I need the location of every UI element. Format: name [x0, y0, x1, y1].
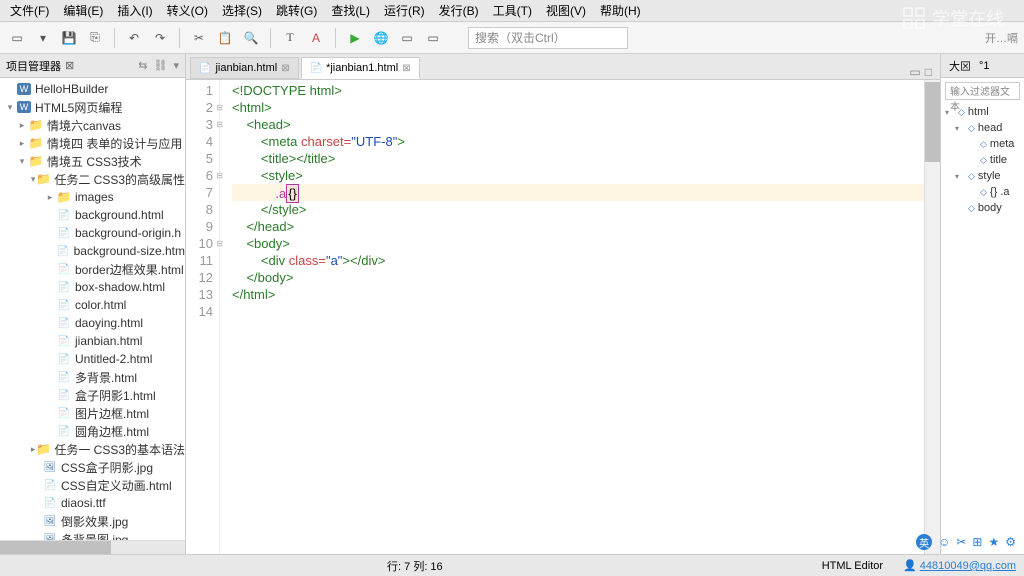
redo-icon[interactable]: ↷: [149, 27, 171, 49]
undo-icon[interactable]: ↶: [123, 27, 145, 49]
tree-item[interactable]: 📄图片边框.html: [0, 404, 185, 422]
device-icon[interactable]: ▭: [422, 27, 444, 49]
tree-item[interactable]: 📄Untitled-2.html: [0, 350, 185, 368]
editor-tab[interactable]: 📄*jianbian1.html⊠: [301, 57, 420, 79]
menu-icon[interactable]: ▾: [173, 59, 179, 72]
outline-filter-input[interactable]: 输入过滤器文本: [945, 82, 1020, 100]
ime-toolbar[interactable]: 英 ☺ ✂ ⊞ ★ ⚙: [916, 534, 1016, 550]
tree-item[interactable]: 📄daoying.html: [0, 314, 185, 332]
close-icon[interactable]: ⊠: [281, 63, 289, 74]
toolbar: ▭ ▾ 💾 ⎘ ↶ ↷ ✂ 📋 🔍 T A ▶ 🌐 ▭ ▭ 搜索（双击Ctrl）…: [0, 22, 1024, 54]
corner-title: 开…嗝: [985, 30, 1018, 46]
statusbar: 行: 7 列: 16 HTML Editor 👤 44810049@qq.com: [0, 554, 1024, 576]
tree-item[interactable]: 📄圆角边框.html: [0, 422, 185, 440]
menu-item[interactable]: 编辑(E): [57, 0, 109, 21]
outline-item[interactable]: ◇title: [945, 152, 1020, 168]
tree-item[interactable]: 🖼CSS盒子阴影.jpg: [0, 458, 185, 476]
outline-item[interactable]: ◇{} .a: [945, 184, 1020, 200]
cursor-position: 行: 7 列: 16: [387, 558, 443, 574]
tree-item[interactable]: ▾📁任务二 CSS3的高级属性: [0, 170, 185, 188]
editor-area: 📄jianbian.html⊠📄*jianbian1.html⊠ ▭ □ 123…: [186, 54, 940, 554]
menu-item[interactable]: 运行(R): [378, 0, 431, 21]
tree-item[interactable]: WHelloHBuilder: [0, 80, 185, 98]
tree-item[interactable]: 📄盒子阴影1.html: [0, 386, 185, 404]
copy-icon[interactable]: 🔍: [240, 27, 262, 49]
tree-item[interactable]: 📄diaosi.ttf: [0, 494, 185, 512]
text-icon[interactable]: T: [279, 27, 301, 49]
star-icon: ★: [988, 535, 999, 549]
outline-item[interactable]: ▾◇style: [945, 168, 1020, 184]
sidebar: 项目管理器 ⊠ ⇆ ⛓ ▾ WHelloHBuilder▾WHTML5网页编程▸…: [0, 54, 186, 554]
tree-item[interactable]: ▸📁任务一 CSS3的基本语法: [0, 440, 185, 458]
new-icon[interactable]: ▭: [6, 27, 28, 49]
tree-item[interactable]: ▸📁情境六canvas: [0, 116, 185, 134]
sidebar-header: 项目管理器 ⊠ ⇆ ⛓ ▾: [0, 54, 185, 78]
tree-item[interactable]: ▸📁情境四 表单的设计与应用: [0, 134, 185, 152]
save-icon[interactable]: 💾: [58, 27, 80, 49]
tree-item[interactable]: 📄box-shadow.html: [0, 278, 185, 296]
tree-item[interactable]: 📄多背景.html: [0, 368, 185, 386]
tree-item[interactable]: 📄color.html: [0, 296, 185, 314]
outline-tabs[interactable]: 大⊠°1: [941, 54, 1024, 78]
menu-item[interactable]: 转义(O): [161, 0, 214, 21]
menu-item[interactable]: 选择(S): [216, 0, 268, 21]
editor-tabs: 📄jianbian.html⊠📄*jianbian1.html⊠ ▭ □: [186, 54, 940, 80]
project-tree[interactable]: WHelloHBuilder▾WHTML5网页编程▸📁情境六canvas▸📁情境…: [0, 78, 185, 540]
menu-item[interactable]: 插入(I): [111, 0, 158, 21]
minimize-icon[interactable]: ▭: [909, 65, 920, 79]
sidebar-title: 项目管理器: [6, 58, 61, 74]
menu-item[interactable]: 发行(B): [433, 0, 485, 21]
grid-icon: ⊞: [972, 535, 982, 549]
outline-panel: 大⊠°1 输入过滤器文本 ▾◇html▾◇head◇meta◇title▾◇st…: [940, 54, 1024, 554]
tree-item[interactable]: ▸📁images: [0, 188, 185, 206]
run-icon[interactable]: ▶: [344, 27, 366, 49]
menu-item[interactable]: 工具(T): [487, 0, 538, 21]
gear-icon: ⚙: [1005, 535, 1016, 549]
tree-item[interactable]: 📄CSS自定义动画.html: [0, 476, 185, 494]
menu-item[interactable]: 文件(F): [4, 0, 55, 21]
tree-item[interactable]: 📄jianbian.html: [0, 332, 185, 350]
tree-item[interactable]: 🖼倒影效果.jpg: [0, 512, 185, 530]
tree-item[interactable]: 📄border边框效果.html: [0, 260, 185, 278]
paste-icon[interactable]: 📋: [214, 27, 236, 49]
font-icon[interactable]: A: [305, 27, 327, 49]
scissors-icon: ✂: [956, 535, 966, 549]
outline-item[interactable]: ◇meta: [945, 136, 1020, 152]
maximize-icon[interactable]: □: [925, 65, 932, 79]
tree-item[interactable]: 📄background.html: [0, 206, 185, 224]
tree-item[interactable]: 🖼多背景图.jpg: [0, 530, 185, 540]
tree-item[interactable]: ▾📁情境五 CSS3技术: [0, 152, 185, 170]
editor-tab[interactable]: 📄jianbian.html⊠: [190, 57, 299, 79]
tree-item[interactable]: 📄background-origin.h: [0, 224, 185, 242]
preview-icon[interactable]: ▭: [396, 27, 418, 49]
code-editor[interactable]: <!DOCTYPE html> <html> <head> <meta char…: [220, 80, 924, 554]
emoji-icon: ☺: [938, 535, 950, 549]
close-icon[interactable]: ⊠: [402, 63, 410, 74]
editor-mode: HTML Editor: [822, 560, 883, 572]
collapse-icon[interactable]: ⇆: [138, 59, 147, 72]
menu-item[interactable]: 视图(V): [540, 0, 592, 21]
tree-item[interactable]: 📄background-size.htm: [0, 242, 185, 260]
close-icon[interactable]: ⊠: [65, 59, 74, 72]
search-input[interactable]: 搜索（双击Ctrl）: [468, 27, 628, 49]
menubar: 文件(F)编辑(E)插入(I)转义(O)选择(S)跳转(G)查找(L)运行(R)…: [0, 0, 1024, 22]
menu-item[interactable]: 帮助(H): [594, 0, 647, 21]
scrollbar-horizontal[interactable]: [0, 540, 185, 554]
watermark-logo: 学堂在线: [902, 5, 1004, 31]
line-gutter: 1234567891011121314: [186, 80, 220, 554]
ime-badge: 英: [916, 534, 932, 550]
menu-item[interactable]: 查找(L): [325, 0, 376, 21]
outline-item[interactable]: ◇body: [945, 200, 1020, 216]
outline-item[interactable]: ▾◇head: [945, 120, 1020, 136]
save-all-icon[interactable]: ⎘: [84, 27, 106, 49]
open-icon[interactable]: ▾: [32, 27, 54, 49]
scrollbar-vertical[interactable]: [924, 80, 940, 554]
browser-icon[interactable]: 🌐: [370, 27, 392, 49]
link-icon[interactable]: ⛓: [154, 59, 168, 72]
menu-item[interactable]: 跳转(G): [270, 0, 323, 21]
account-link[interactable]: 👤 44810049@qq.com: [903, 559, 1016, 572]
cut-icon[interactable]: ✂: [188, 27, 210, 49]
tree-item[interactable]: ▾WHTML5网页编程: [0, 98, 185, 116]
